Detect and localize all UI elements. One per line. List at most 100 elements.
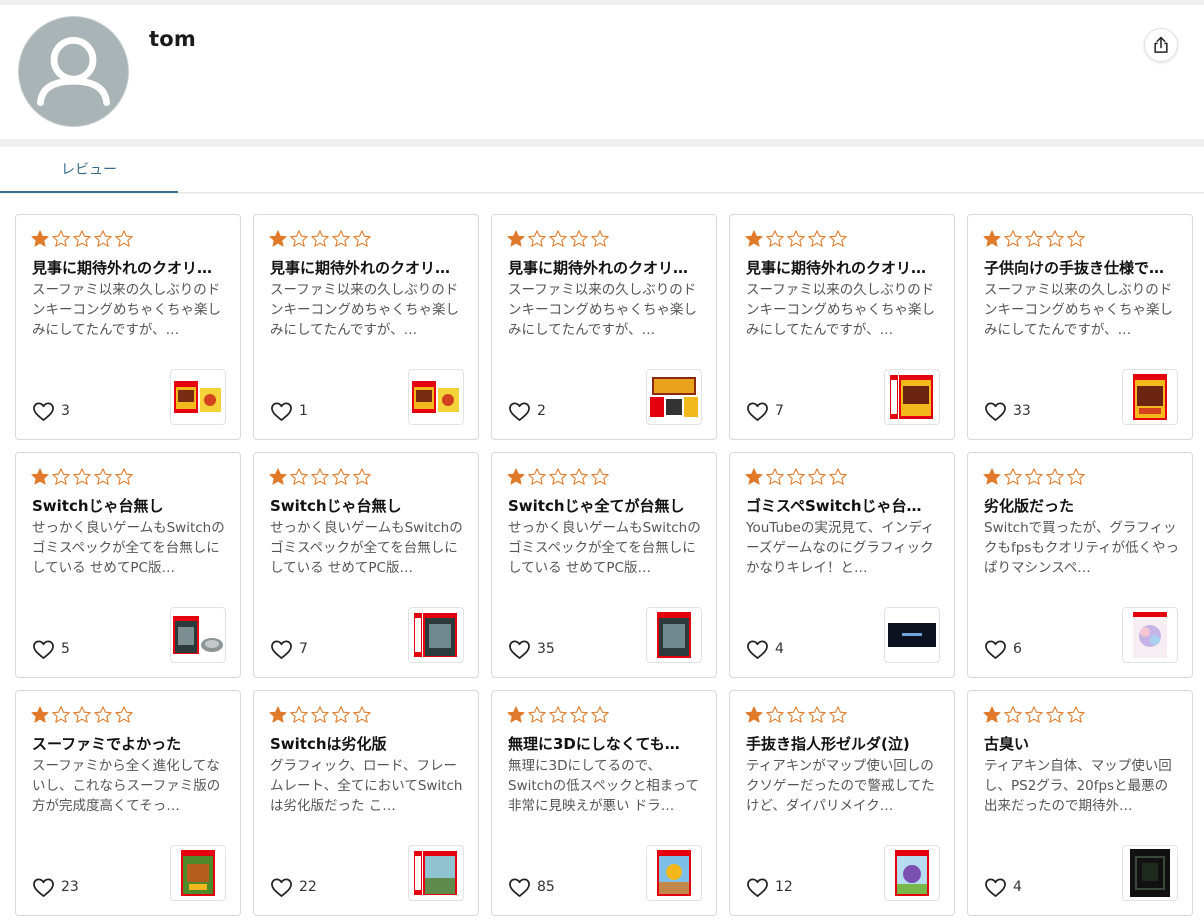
heart-icon: [509, 640, 530, 659]
product-thumbnail[interactable]: [884, 845, 940, 901]
star-empty-icon: [94, 706, 112, 723]
review-title: 子供向けの手抜き仕様で…: [984, 259, 1165, 277]
review-card[interactable]: 手抜き指人形ゼルダ(泣) ティアキンがマップ使い回しのクソゲーだったので警戒してた…: [729, 690, 955, 916]
like-button[interactable]: 5: [32, 637, 70, 661]
review-card[interactable]: 劣化版だった Switchで買ったが、グラフィックもfpsもクオリティが低くやっぱ…: [967, 452, 1193, 678]
heart-icon: [509, 402, 530, 421]
review-card[interactable]: 見事に期待外れのクオリ… スーファミ以来の久しぶりのドンキーコングめちゃくちゃ楽し…: [729, 214, 955, 440]
star-rating: [30, 229, 134, 251]
like-button[interactable]: 23: [32, 875, 79, 899]
star-empty-icon: [311, 230, 329, 247]
star-empty-icon: [73, 230, 91, 247]
star-empty-icon: [94, 468, 112, 485]
like-button[interactable]: 22: [270, 875, 317, 899]
review-body: せっかく良いゲームもSwitchのゴミスペックが全てを台無しにしている せめてP…: [270, 520, 463, 576]
review-card[interactable]: Switchじゃ台無し せっかく良いゲームもSwitchのゴミスペックが全てを台無…: [15, 452, 241, 678]
like-button[interactable]: 1: [270, 399, 308, 423]
product-thumbnail[interactable]: [408, 845, 464, 901]
username: tom: [149, 27, 196, 51]
star-filled-icon: [745, 468, 763, 485]
like-button[interactable]: 7: [270, 637, 308, 661]
like-count: 4: [775, 641, 784, 657]
review-card[interactable]: Switchは劣化版 グラフィック、ロード、フレームレート、全てにおいてSwitc…: [253, 690, 479, 916]
share-icon: [1154, 36, 1168, 53]
star-filled-icon: [269, 706, 287, 723]
review-card[interactable]: Switchじゃ台無し せっかく良いゲームもSwitchのゴミスペックが全てを台無…: [253, 452, 479, 678]
review-body: スーファミ以来の久しぶりのドンキーコングめちゃくちゃ楽しみにしてたんですが、…: [984, 282, 1173, 338]
review-card[interactable]: 見事に期待外れのクオリ… スーファミ以来の久しぶりのドンキーコングめちゃくちゃ楽し…: [253, 214, 479, 440]
product-thumbnail[interactable]: [170, 607, 226, 663]
tab-reviews[interactable]: レビュー: [0, 147, 178, 193]
heart-icon: [985, 878, 1006, 897]
review-card[interactable]: 子供向けの手抜き仕様で… スーファミ以来の久しぶりのドンキーコングめちゃくちゃ楽し…: [967, 214, 1193, 440]
star-empty-icon: [1025, 230, 1043, 247]
like-button[interactable]: 2: [508, 399, 546, 423]
star-empty-icon: [290, 468, 308, 485]
star-empty-icon: [290, 230, 308, 247]
product-thumbnail[interactable]: [408, 369, 464, 425]
star-empty-icon: [332, 468, 350, 485]
like-button[interactable]: 7: [746, 399, 784, 423]
product-thumbnail[interactable]: [646, 845, 702, 901]
star-empty-icon: [1067, 230, 1085, 247]
product-thumbnail[interactable]: [646, 607, 702, 663]
like-button[interactable]: 4: [984, 875, 1022, 899]
star-empty-icon: [766, 468, 784, 485]
review-card[interactable]: 無理に3Dにしなくても… 無理に3Dにしてるので、Switchの低スペックと相まっ…: [491, 690, 717, 916]
product-thumbnail[interactable]: [408, 607, 464, 663]
star-empty-icon: [1004, 706, 1022, 723]
like-button[interactable]: 3: [32, 399, 70, 423]
review-title: Switchじゃ全てが台無し: [508, 497, 685, 515]
product-thumbnail[interactable]: [170, 369, 226, 425]
product-thumbnail[interactable]: [170, 845, 226, 901]
product-thumbnail[interactable]: [646, 369, 702, 425]
like-button[interactable]: 4: [746, 637, 784, 661]
like-button[interactable]: 6: [984, 637, 1022, 661]
heart-icon: [747, 402, 768, 421]
like-count: 2: [537, 403, 546, 419]
like-count: 22: [299, 879, 317, 895]
review-card[interactable]: スーファミでよかった スーファミから全く進化してないし、これならスーファミ版の方が…: [15, 690, 241, 916]
star-empty-icon: [115, 230, 133, 247]
heart-icon: [747, 878, 768, 897]
star-empty-icon: [766, 706, 784, 723]
review-card[interactable]: ゴミスペSwitchじゃ台… YouTubeの実況見て、インディーズゲームなのにグ…: [729, 452, 955, 678]
star-rating: [506, 705, 610, 727]
review-body: スーファミ以来の久しぶりのドンキーコングめちゃくちゃ楽しみにしてたんですが、…: [508, 282, 697, 338]
product-thumbnail[interactable]: [1122, 369, 1178, 425]
like-button[interactable]: 12: [746, 875, 793, 899]
like-button[interactable]: 33: [984, 399, 1031, 423]
like-button[interactable]: 85: [508, 875, 555, 899]
review-title: 見事に期待外れのクオリ…: [270, 259, 451, 277]
review-card[interactable]: 見事に期待外れのクオリ… スーファミ以来の久しぶりのドンキーコングめちゃくちゃ楽し…: [491, 214, 717, 440]
product-thumbnail[interactable]: [884, 369, 940, 425]
review-title: 無理に3Dにしなくても…: [508, 735, 680, 753]
review-card[interactable]: 見事に期待外れのクオリ… スーファミ以来の久しぶりのドンキーコングめちゃくちゃ楽し…: [15, 214, 241, 440]
star-empty-icon: [1046, 230, 1064, 247]
star-empty-icon: [332, 230, 350, 247]
star-empty-icon: [829, 468, 847, 485]
star-empty-icon: [94, 230, 112, 247]
star-rating: [30, 467, 134, 489]
like-count: 23: [61, 879, 79, 895]
star-filled-icon: [507, 706, 525, 723]
product-thumbnail[interactable]: [1122, 607, 1178, 663]
like-count: 35: [537, 641, 555, 657]
star-empty-icon: [591, 230, 609, 247]
star-empty-icon: [1025, 706, 1043, 723]
star-filled-icon: [507, 230, 525, 247]
review-title: スーファミでよかった: [32, 735, 182, 753]
like-count: 7: [775, 403, 784, 419]
product-thumbnail[interactable]: [884, 607, 940, 663]
star-empty-icon: [808, 468, 826, 485]
star-empty-icon: [766, 230, 784, 247]
product-thumbnail[interactable]: [1122, 845, 1178, 901]
review-card[interactable]: Switchじゃ全てが台無し せっかく良いゲームもSwitchのゴミスペックが全て…: [491, 452, 717, 678]
review-card[interactable]: 古臭い ティアキン自体、マップ使い回し、PS2グラ、20fpsと最悪の出来だったの…: [967, 690, 1193, 916]
star-empty-icon: [1067, 468, 1085, 485]
heart-icon: [271, 402, 292, 421]
star-rating: [268, 467, 372, 489]
like-count: 3: [61, 403, 70, 419]
like-button[interactable]: 35: [508, 637, 555, 661]
share-button[interactable]: [1144, 28, 1178, 62]
